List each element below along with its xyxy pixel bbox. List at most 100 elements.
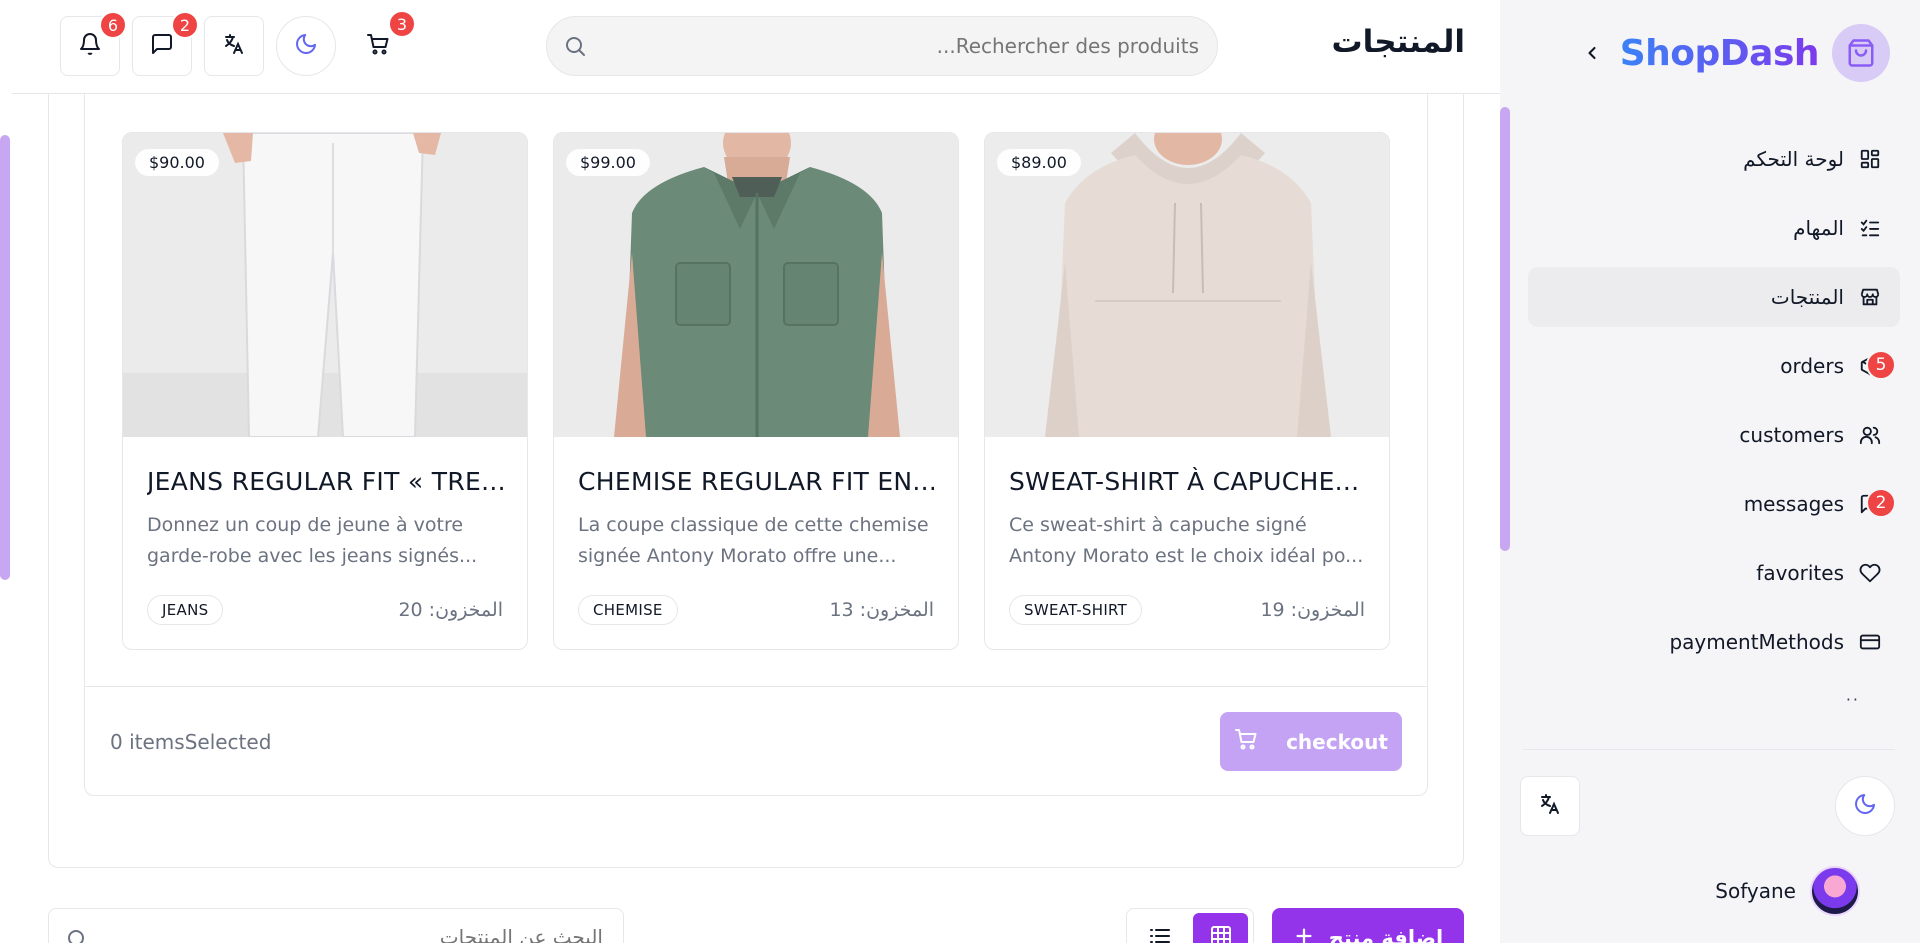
dashboard-grid-icon — [1858, 147, 1882, 171]
checkout-label: checkout — [1286, 729, 1388, 754]
brand-name: ShopDash — [1619, 32, 1820, 74]
category-tag: CHEMISE — [578, 595, 678, 625]
sidebar-item-label: messages — [1743, 492, 1844, 516]
product-card[interactable]: $89.00 SWEAT-SHIRT À CAPUCHE... Ce sweat… — [984, 132, 1390, 650]
credit-card-icon — [1858, 630, 1882, 654]
checkout-button[interactable]: checkout — [1220, 712, 1402, 771]
theme-toggle[interactable] — [276, 16, 336, 76]
sidebar-item-label: paymentMethods — [1669, 630, 1844, 654]
list-view-button[interactable] — [1132, 913, 1187, 943]
page-title: المنتجات — [1331, 24, 1466, 60]
product-description: La coupe classique de cette chemise sign… — [578, 514, 929, 567]
product-card[interactable]: $99.00 CHEMISE REGULAR FIT EN... La coup… — [553, 132, 959, 650]
sidebar-nav: لوحة التحكم المهام المنتجات 5 orders cus… — [1528, 129, 1900, 681]
sidebar-more-indicator: ·· — [1845, 690, 1860, 709]
stock-count: المخزون: 13 — [829, 599, 934, 621]
moon-icon — [294, 32, 318, 60]
user-name: Sofyane — [1715, 879, 1796, 903]
view-mode-toggle — [1126, 908, 1254, 943]
cart-icon — [366, 32, 390, 60]
product-body: JEANS REGULAR FIT « TRE... Donnez un cou… — [123, 437, 527, 572]
cart-button[interactable]: 3 — [348, 10, 416, 76]
collapse-sidebar-button[interactable] — [1577, 38, 1607, 68]
items-selected-count: 0 itemsSelected — [110, 730, 272, 754]
add-product-button[interactable]: إضافة منتج — [1272, 908, 1464, 943]
notifications-count-badge: 6 — [99, 11, 127, 39]
products-search — [48, 908, 624, 943]
sidebar-item-dashboard[interactable]: لوحة التحكم — [1528, 129, 1900, 189]
notifications-button[interactable]: 6 — [60, 11, 127, 76]
grid-view-button[interactable] — [1193, 913, 1248, 943]
sidebar-item-label: orders — [1780, 354, 1844, 378]
cart-count-badge: 3 — [388, 10, 416, 38]
messages-button[interactable]: 2 — [132, 11, 199, 76]
product-footer: CHEMISE المخزون: 13 — [578, 595, 934, 625]
sidebar-item-payment-methods[interactable]: paymentMethods — [1528, 612, 1900, 672]
cart-icon — [1234, 727, 1258, 756]
chevron-left-icon — [1588, 46, 1596, 60]
sidebar-item-customers[interactable]: customers — [1528, 405, 1900, 465]
add-product-label: إضافة منتج — [1328, 926, 1444, 943]
product-description: Donnez un coup de jeune à votre garde-ro… — [147, 514, 478, 567]
sidebar: ShopDash لوحة التحكم المهام المنتجات 5 o… — [1500, 0, 1920, 943]
product-footer: JEANS المخزون: 20 — [147, 595, 503, 625]
sidebar-item-label: المهام — [1793, 216, 1844, 240]
tasks-list-icon — [1858, 216, 1882, 240]
price-badge: $99.00 — [566, 149, 650, 176]
product-body: SWEAT-SHIRT À CAPUCHE... Ce sweat-shirt … — [985, 437, 1389, 572]
products-search-input[interactable] — [103, 925, 603, 943]
users-icon — [1858, 423, 1882, 447]
language-button[interactable] — [204, 16, 264, 76]
price-badge: $89.00 — [997, 149, 1081, 176]
sidebar-scrollbar[interactable] — [1500, 107, 1510, 551]
category-tag: SWEAT-SHIRT — [1009, 595, 1143, 625]
bell-icon — [78, 32, 102, 60]
product-footer: SWEAT-SHIRT المخزون: 19 — [1009, 595, 1365, 625]
moon-icon — [1853, 792, 1877, 820]
message-icon — [150, 32, 174, 60]
sidebar-item-label: المنتجات — [1770, 285, 1844, 309]
store-icon — [1858, 285, 1882, 309]
stock-count: المخزون: 20 — [398, 599, 503, 621]
grid-icon — [1209, 924, 1233, 943]
product-card[interactable]: $90.00 JEANS REGULAR FIT « TRE... Donnez… — [122, 132, 528, 650]
header-search-input[interactable] — [609, 17, 1199, 75]
messages-count-badge: 2 — [1866, 488, 1896, 518]
sidebar-divider — [1523, 749, 1895, 750]
category-tag: JEANS — [147, 595, 224, 625]
stock-count: المخزون: 19 — [1260, 599, 1365, 621]
product-body: CHEMISE REGULAR FIT EN... La coupe class… — [554, 437, 958, 572]
product-title: SWEAT-SHIRT À CAPUCHE... — [1009, 467, 1360, 496]
page-scrollbar[interactable] — [0, 135, 10, 580]
sidebar-item-messages[interactable]: 2 messages — [1528, 474, 1900, 534]
sidebar-language-button[interactable] — [1520, 776, 1580, 836]
list-icon — [1148, 924, 1172, 943]
search-icon — [65, 927, 89, 943]
product-description: Ce sweat-shirt à capuche signé Antony Mo… — [1009, 514, 1364, 567]
top-header: المنتجات 6 2 3 — [12, 0, 1500, 94]
product-title: JEANS REGULAR FIT « TRE... — [147, 467, 503, 496]
messages-count-badge: 2 — [171, 11, 199, 39]
product-image: $90.00 — [123, 133, 527, 437]
brand-row: ShopDash — [1575, 20, 1890, 86]
sidebar-item-label: customers — [1739, 423, 1844, 447]
orders-count-badge: 5 — [1866, 350, 1896, 380]
product-title: CHEMISE REGULAR FIT EN... — [578, 467, 934, 496]
translate-icon — [1538, 792, 1562, 820]
sidebar-item-label: لوحة التحكم — [1743, 147, 1844, 171]
price-badge: $90.00 — [135, 149, 219, 176]
sidebar-item-orders[interactable]: 5 orders — [1528, 336, 1900, 396]
product-image: $99.00 — [554, 133, 958, 437]
sidebar-item-tasks[interactable]: المهام — [1528, 198, 1900, 258]
search-icon — [563, 34, 587, 62]
user-profile[interactable]: Sofyane — [1715, 866, 1860, 916]
shopping-bag-icon — [1832, 24, 1890, 82]
avatar — [1810, 866, 1860, 916]
sidebar-item-favorites[interactable]: favorites — [1528, 543, 1900, 603]
heart-icon — [1858, 561, 1882, 585]
cart-footer-divider — [85, 686, 1427, 687]
sidebar-theme-toggle[interactable] — [1835, 776, 1895, 836]
header-search — [546, 16, 1218, 76]
sidebar-item-products[interactable]: المنتجات — [1528, 267, 1900, 327]
sidebar-item-label: favorites — [1756, 561, 1844, 585]
